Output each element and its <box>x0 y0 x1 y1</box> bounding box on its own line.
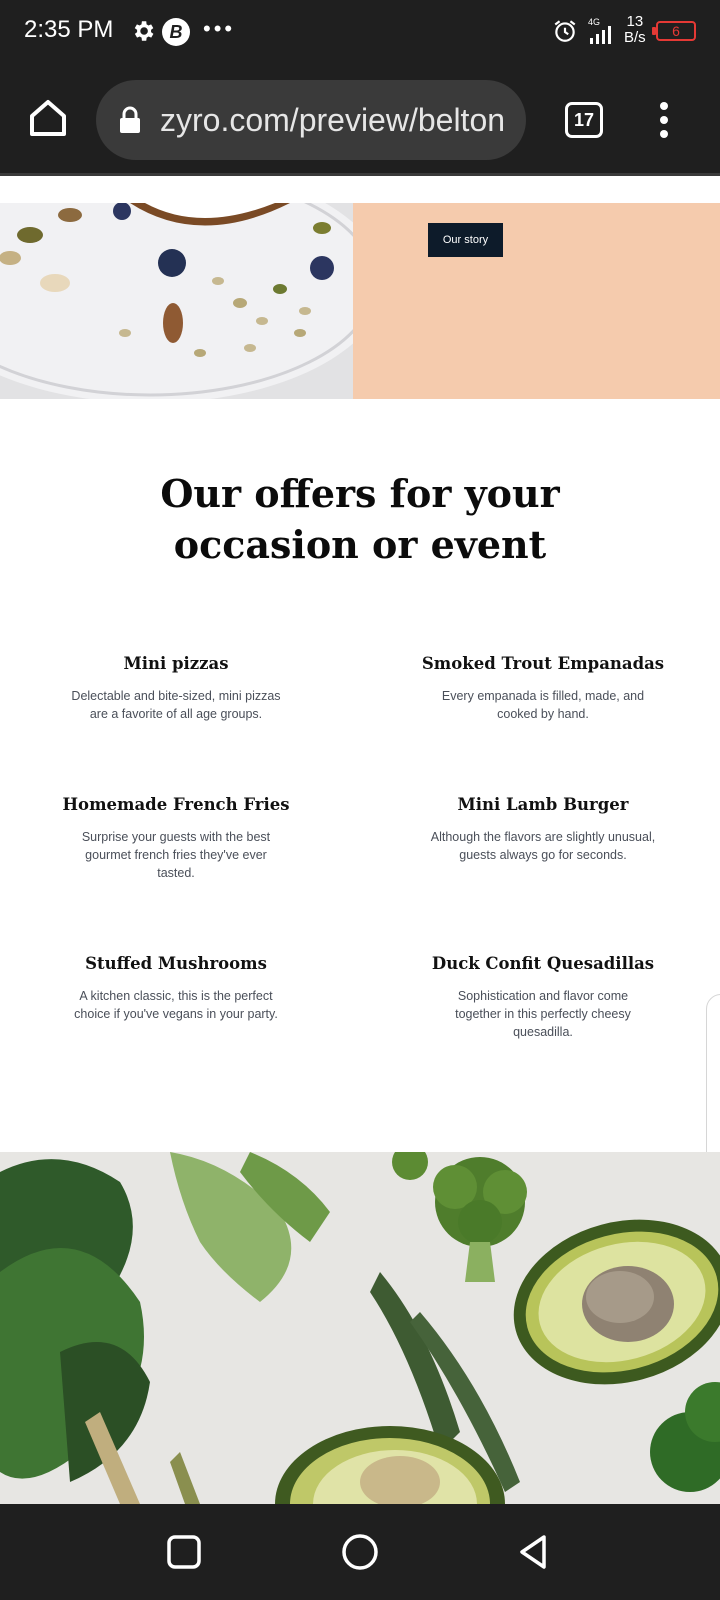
offer-title: Stuffed Mushrooms <box>85 954 267 973</box>
offer-item: Stuffed Mushrooms A kitchen classic, thi… <box>26 953 326 1023</box>
offers-heading-line2: occasion or event <box>173 522 547 567</box>
offer-description: Every empanada is filled, made, and cook… <box>441 689 645 721</box>
story-banner: Our story <box>0 203 720 399</box>
nuts-bowl-image <box>0 203 353 399</box>
offer-title: Smoked Trout Empanadas <box>421 654 665 673</box>
offer-item: Smoked Trout Empanadas Every empanada is… <box>393 653 693 723</box>
offer-title: Mini Lamb Burger <box>457 795 629 814</box>
network-speed: 13 B/s <box>624 14 646 46</box>
offer-description: Sophistication and flavor come together … <box>455 989 631 1039</box>
battery-icon: 6 <box>652 21 696 41</box>
network-speed-value: 13 <box>626 13 644 30</box>
offer-title: Duck Confit Quesadillas <box>431 954 655 973</box>
offer-title: Homemade French Fries <box>62 795 290 814</box>
system-navigation-bar <box>0 1504 720 1600</box>
offer-item: Mini pizzas Delectable and bite-sized, m… <box>26 653 326 723</box>
story-panel: Our story <box>353 203 720 399</box>
address-bar[interactable]: zyro.com/preview/belton <box>96 80 526 160</box>
offer-description: A kitchen classic, this is the perfect c… <box>74 989 278 1021</box>
square-icon[interactable] <box>164 1532 204 1572</box>
home-icon[interactable] <box>26 96 70 140</box>
offer-item: Duck Confit Quesadillas Sophistication a… <box>393 953 693 1041</box>
url-text[interactable]: zyro.com/preview/belton <box>160 102 516 139</box>
offer-item: Homemade French Fries Surprise your gues… <box>26 794 326 882</box>
offer-description: Surprise your guests with the best gourm… <box>81 830 271 880</box>
offers-heading: Our offers for your occasion or event <box>110 468 610 570</box>
network-speed-unit: B/s <box>624 29 646 46</box>
triangle-back-icon[interactable] <box>514 1532 554 1572</box>
web-page: Our story Our offers for your occasion o… <box>0 176 720 1504</box>
network-type-label: 4G <box>588 17 600 27</box>
alarm-icon <box>554 20 576 42</box>
circle-icon[interactable] <box>340 1532 380 1572</box>
gear-icon <box>134 21 154 41</box>
tab-count: 17 <box>573 110 595 130</box>
signal-icon: 4G <box>588 17 611 44</box>
status-time: 2:35 PM <box>24 16 114 43</box>
lock-icon <box>120 106 140 133</box>
offer-item: Mini Lamb Burger Although the flavors ar… <box>393 794 693 864</box>
offer-title: Mini pizzas <box>123 654 229 673</box>
status-bar: 2:35 PM B ••• 4G 13 B/s 6 <box>0 0 720 64</box>
offer-description: Although the flavors are slightly unusua… <box>430 830 656 862</box>
vegetables-image <box>0 1152 720 1504</box>
battery-level: 6 <box>672 23 680 39</box>
our-story-button[interactable]: Our story <box>428 223 503 257</box>
b-app-icon: B <box>162 18 190 46</box>
more-vert-icon[interactable] <box>650 100 678 140</box>
more-notifications-icon: ••• <box>203 16 236 41</box>
browser-toolbar: zyro.com/preview/belton 17 <box>0 64 720 176</box>
tab-switcher-button[interactable]: 17 <box>565 102 603 138</box>
offer-description: Delectable and bite-sized, mini pizzas a… <box>71 689 281 721</box>
offers-heading-line1: Our offers for your <box>160 471 560 516</box>
